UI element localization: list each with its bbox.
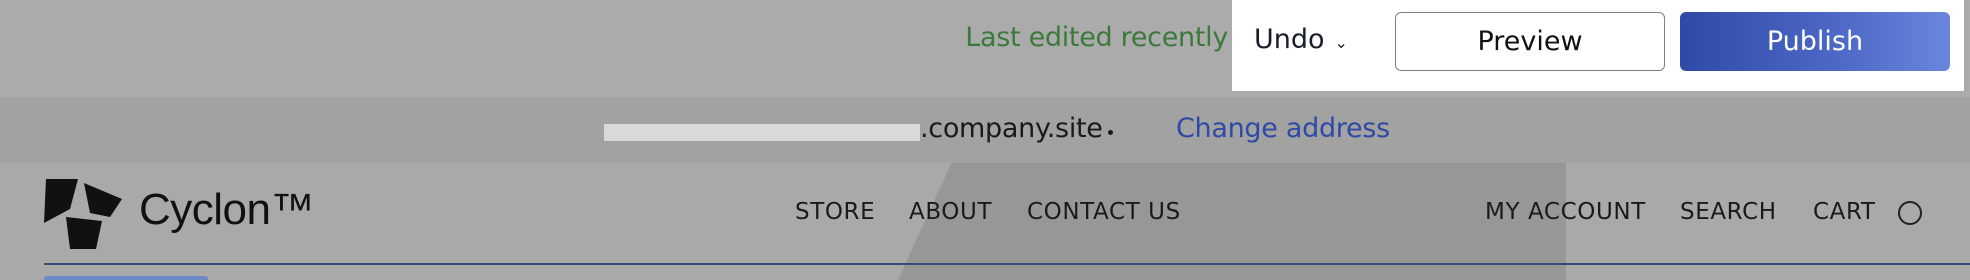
site-address: .company.site	[920, 113, 1103, 144]
editor-actions-panel: Undo ⌄ Preview Publish	[1232, 0, 1964, 91]
redacted-address	[604, 124, 920, 141]
publish-button[interactable]: Publish	[1680, 12, 1950, 71]
chevron-down-icon[interactable]: ⌄	[1335, 33, 1348, 52]
change-address-link[interactable]: Change address	[1176, 113, 1390, 144]
last-edited-status: Last edited recently	[965, 22, 1228, 53]
nav-store[interactable]: STORE	[795, 199, 875, 225]
site-logo-text[interactable]: Cyclon™	[139, 185, 315, 235]
cart-icon[interactable]	[1898, 201, 1922, 225]
nav-cart[interactable]: CART	[1813, 199, 1876, 225]
nav-my-account[interactable]: MY ACCOUNT	[1485, 199, 1646, 225]
site-header: Cyclon™ STORE ABOUT CONTACT US MY ACCOUN…	[0, 163, 1970, 280]
nav-search[interactable]: SEARCH	[1680, 199, 1777, 225]
cyclon-logo-icon[interactable]	[44, 179, 122, 249]
header-tab-indicator	[44, 276, 208, 280]
undo-button[interactable]: Undo ⌄	[1254, 24, 1348, 55]
preview-button[interactable]: Preview	[1395, 12, 1665, 71]
nav-contact-us[interactable]: CONTACT US	[1027, 199, 1181, 225]
editor-toolbar: Last edited recently Undo ⌄ Preview Publ…	[0, 0, 1970, 97]
nav-about[interactable]: ABOUT	[909, 199, 992, 225]
undo-label: Undo	[1254, 24, 1325, 55]
header-divider	[44, 263, 1970, 265]
site-address-bar: .company.site Change address	[0, 97, 1970, 163]
separator-dot	[1108, 130, 1113, 135]
